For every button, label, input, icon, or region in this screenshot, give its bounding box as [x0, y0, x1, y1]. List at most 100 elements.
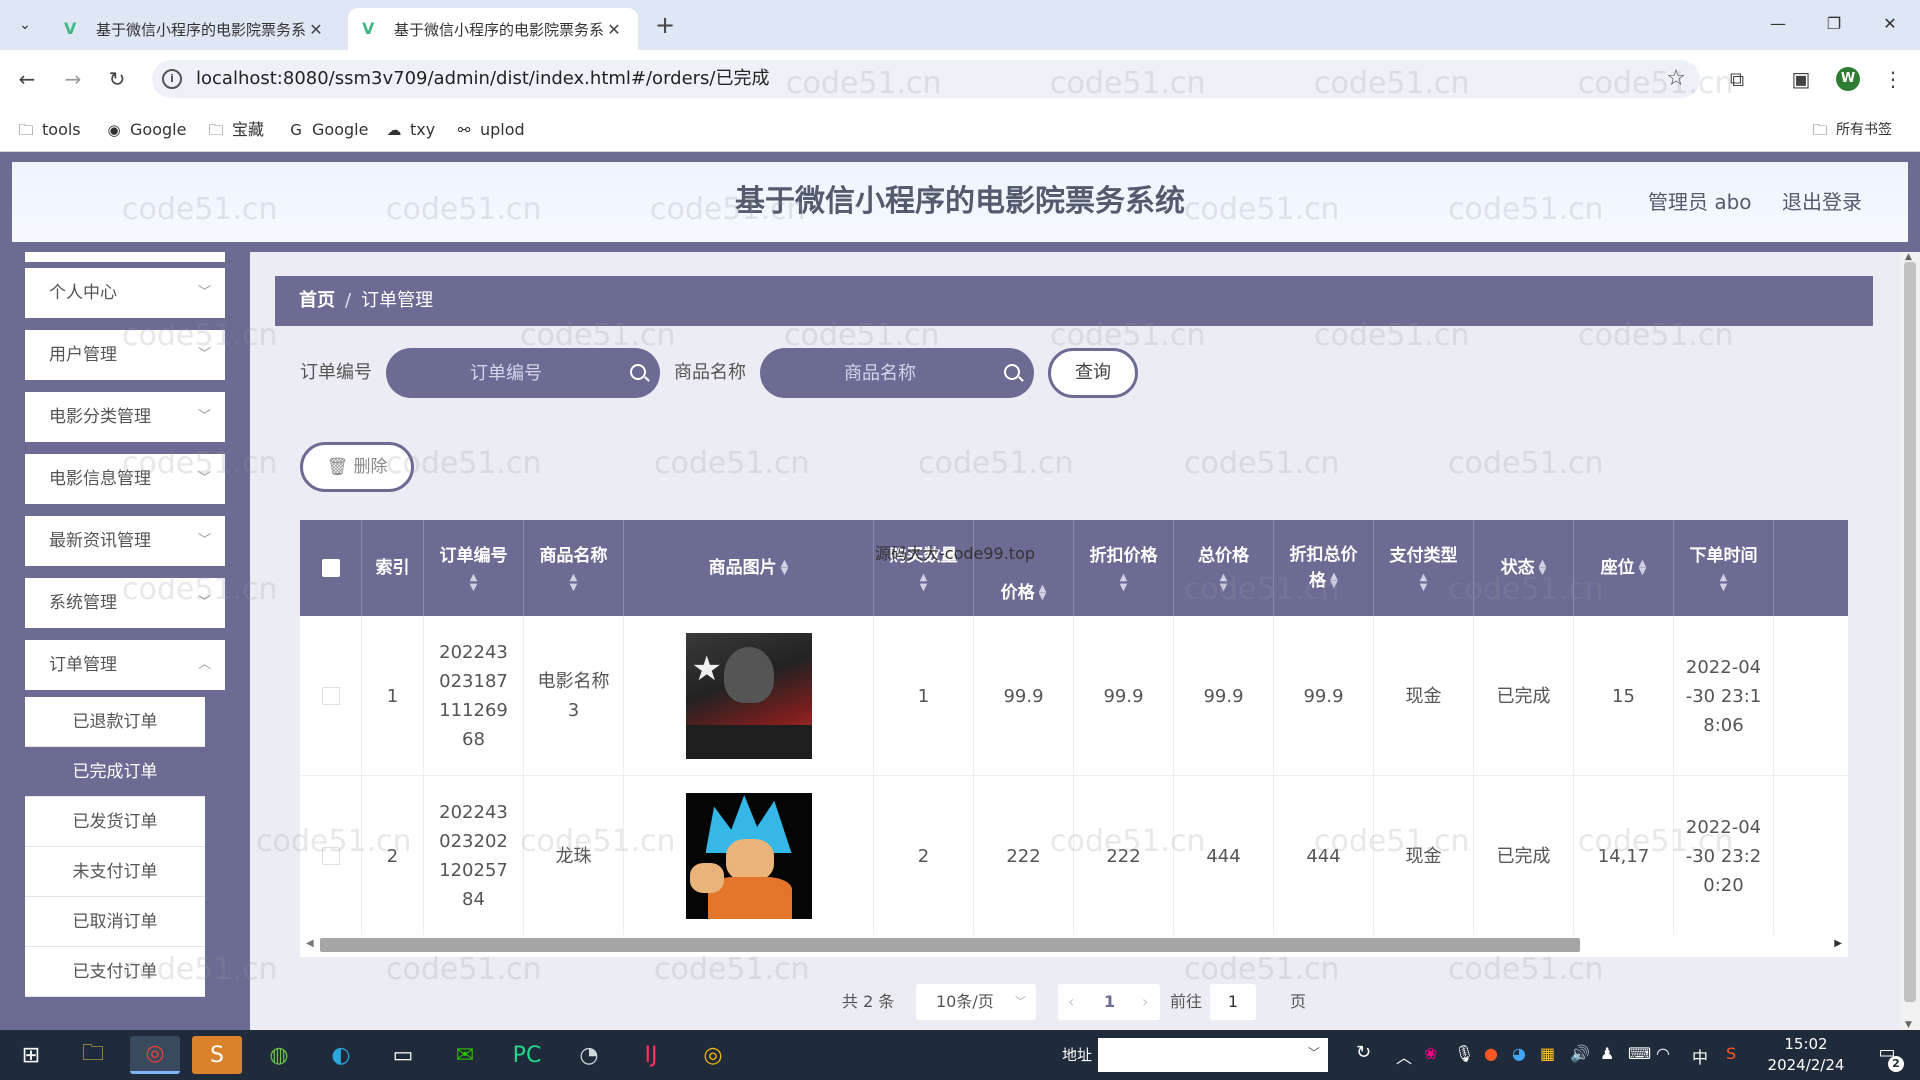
extensions-icon[interactable]: ⧉: [1722, 64, 1752, 94]
wifi-icon[interactable]: ◠: [1656, 1044, 1670, 1063]
pycharm-icon[interactable]: PC: [502, 1036, 552, 1074]
restore-icon[interactable]: ❐: [1814, 8, 1854, 40]
scroll-down-icon[interactable]: ▼: [1905, 1020, 1912, 1030]
sort-icon[interactable]: ▲ ▼: [1220, 573, 1228, 593]
tray-grid-icon[interactable]: ▦: [1540, 1044, 1555, 1063]
header-quantity[interactable]: 购买数量 ▲ ▼: [874, 520, 974, 616]
header-order-time[interactable]: 下单时间 ▲ ▼: [1674, 520, 1774, 616]
delete-button[interactable]: 🗑 删除: [300, 442, 414, 492]
movie-poster-image[interactable]: [685, 793, 812, 919]
order-no-input[interactable]: [386, 348, 626, 398]
intellij-icon[interactable]: IJ: [626, 1036, 676, 1074]
menu-personal-center[interactable]: 个人中心 ﹀: [25, 268, 225, 318]
sort-icon[interactable]: ▲ ▼: [1120, 573, 1128, 593]
page-vertical-scrollbar[interactable]: ▲ ▼: [1900, 252, 1920, 1030]
site-info-icon[interactable]: i: [162, 69, 182, 89]
menu-kebab-icon[interactable]: ⋮: [1878, 64, 1908, 94]
new-tab-button[interactable]: +: [650, 10, 680, 40]
sort-icon[interactable]: ▲ ▼: [1039, 584, 1047, 602]
page-size-select[interactable]: 10条/页 ﹀: [916, 984, 1036, 1020]
file-explorer-icon[interactable]: 🗀: [68, 1036, 118, 1074]
sort-icon[interactable]: ▲ ▼: [781, 559, 789, 577]
reload-icon[interactable]: ↻: [100, 62, 134, 96]
taskbar-address-input[interactable]: ﹀: [1098, 1038, 1328, 1072]
header-goods-name[interactable]: 商品名称 ▲ ▼: [524, 520, 624, 616]
chrome-icon[interactable]: ◎: [130, 1036, 180, 1074]
vertical-scrollbar-thumb[interactable]: [1904, 262, 1916, 1002]
sublime-icon[interactable]: S: [192, 1036, 242, 1074]
goto-page-input[interactable]: 1: [1210, 984, 1256, 1020]
table-horizontal-scrollbar[interactable]: ◀ ▶: [300, 935, 1848, 957]
header-seat[interactable]: 座位 ▲ ▼: [1574, 520, 1674, 616]
movie-poster-image[interactable]: ★: [685, 633, 812, 759]
back-icon[interactable]: ←: [10, 62, 44, 96]
tray-expand-icon[interactable]: ︿: [1396, 1044, 1412, 1068]
menu-user-management[interactable]: 用户管理 ﹀: [25, 330, 225, 380]
sort-icon[interactable]: ▲ ▼: [920, 573, 928, 593]
tray-app-icon[interactable]: ❀: [1424, 1044, 1437, 1063]
microphone-icon[interactable]: 🎙: [1454, 1044, 1474, 1063]
sort-icon[interactable]: ▲ ▼: [470, 573, 478, 593]
menu-movie-info[interactable]: 电影信息管理 ﹀: [25, 454, 225, 504]
submenu-shipped[interactable]: 已发货订单: [25, 797, 205, 847]
submenu-paid[interactable]: 已支付订单: [25, 947, 205, 997]
menu-orders[interactable]: 订单管理 ︿: [25, 640, 225, 690]
edge-icon[interactable]: ◐: [316, 1036, 366, 1074]
side-panel-icon[interactable]: ▣: [1786, 64, 1816, 94]
taskbar-clock[interactable]: 15:02 2024/2/24: [1766, 1034, 1846, 1076]
all-bookmarks[interactable]: 🗀 所有书签: [1810, 118, 1892, 142]
menu-news[interactable]: 最新资讯管理 ﹀: [25, 516, 225, 566]
address-bar[interactable]: i localhost:8080/ssm3v709/admin/dist/ind…: [152, 60, 1700, 98]
logout-link[interactable]: 退出登录: [1782, 162, 1862, 242]
bookmark-star-icon[interactable]: ☆: [1666, 66, 1686, 91]
row-select[interactable]: [300, 776, 362, 935]
close-window-icon[interactable]: ✕: [1870, 8, 1910, 40]
bookmark-google-2[interactable]: G Google: [286, 118, 368, 142]
sort-icon[interactable]: ▲ ▼: [1420, 573, 1428, 593]
header-pay-type[interactable]: 支付类型 ▲ ▼: [1374, 520, 1474, 616]
tray-penguin-icon[interactable]: ♟: [1600, 1044, 1614, 1063]
submenu-cancelled[interactable]: 已取消订单: [25, 897, 205, 947]
row-select[interactable]: [300, 616, 362, 776]
sort-icon[interactable]: ▲ ▼: [1539, 559, 1547, 577]
header-select-all[interactable]: [300, 520, 362, 616]
notification-center-icon[interactable]: ▭ 2: [1872, 1042, 1904, 1072]
header-price[interactable]: 价格 ▲ ▼: [974, 520, 1074, 616]
select-all-checkbox[interactable]: [321, 559, 340, 577]
close-tab-icon[interactable]: ✕: [604, 20, 624, 39]
sort-icon[interactable]: ▲ ▼: [1720, 573, 1728, 593]
bookmark-tools[interactable]: 🗀 tools: [16, 118, 80, 142]
volume-icon[interactable]: 🔊: [1570, 1044, 1590, 1063]
minimize-icon[interactable]: —: [1758, 8, 1798, 40]
row-checkbox[interactable]: [321, 847, 340, 865]
tray-sogou-icon[interactable]: S: [1726, 1044, 1736, 1063]
bookmark-uplod[interactable]: ⚯ uplod: [454, 118, 525, 142]
header-discount-total[interactable]: 折扣总价格 ▲ ▼: [1274, 520, 1374, 616]
header-discount-price[interactable]: 折扣价格 ▲ ▼: [1074, 520, 1174, 616]
menu-system[interactable]: 系统管理 ﹀: [25, 578, 225, 628]
header-goods-image[interactable]: 商品图片 ▲ ▼: [624, 520, 874, 616]
wechat-icon[interactable]: ✉: [440, 1036, 490, 1074]
terminal-icon[interactable]: ▭: [378, 1036, 428, 1074]
refresh-icon[interactable]: ↻: [1356, 1042, 1371, 1063]
scroll-left-icon[interactable]: ◀: [306, 938, 314, 949]
bookmark-txy[interactable]: ☁ txy: [384, 118, 436, 142]
scroll-up-icon[interactable]: ▲: [1905, 252, 1912, 262]
close-tab-icon[interactable]: ✕: [306, 20, 326, 39]
browser-icon[interactable]: ◍: [254, 1036, 304, 1074]
page-number[interactable]: 1: [1104, 984, 1115, 1020]
header-status[interactable]: 状态 ▲ ▼: [1474, 520, 1574, 616]
sort-icon[interactable]: ▲ ▼: [570, 573, 578, 593]
scrollbar-thumb[interactable]: [320, 938, 1580, 952]
bookmark-treasure[interactable]: 🗀 宝藏: [206, 118, 264, 142]
goods-name-input[interactable]: [760, 348, 1000, 398]
scroll-right-icon[interactable]: ▶: [1834, 938, 1842, 949]
prev-page-icon[interactable]: ‹: [1068, 984, 1074, 1020]
browser-tab-2[interactable]: V 基于微信小程序的电影院票务系统 ✕: [348, 8, 638, 50]
ime-mode-icon[interactable]: ⌨: [1628, 1044, 1651, 1063]
sort-icon[interactable]: ▲ ▼: [1330, 572, 1338, 590]
menu-movie-category[interactable]: 电影分类管理 ﹀: [25, 392, 225, 442]
url-text[interactable]: localhost:8080/ssm3v709/admin/dist/index…: [196, 60, 770, 98]
goods-name-search[interactable]: [760, 348, 1034, 398]
forward-icon[interactable]: →: [56, 62, 90, 96]
